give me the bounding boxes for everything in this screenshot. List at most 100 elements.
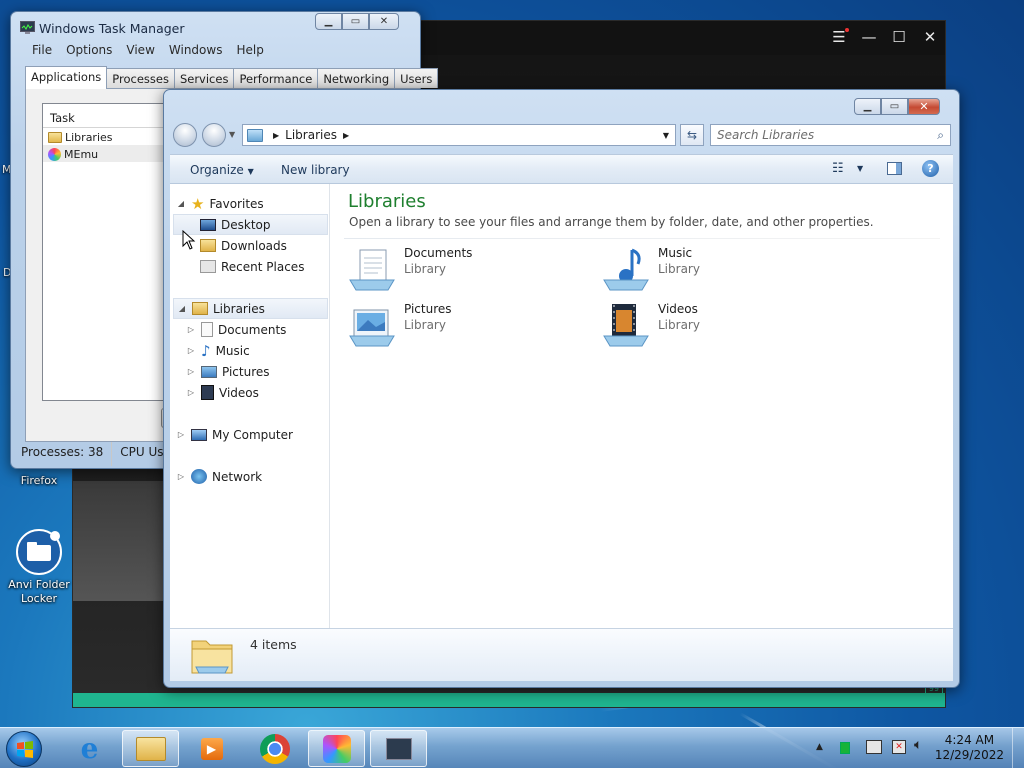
tab-networking[interactable]: Networking <box>317 68 396 88</box>
tab-users[interactable]: Users <box>394 68 439 88</box>
library-name: Documents <box>404 246 473 260</box>
tray-green-icon[interactable] <box>840 742 850 754</box>
collapse-arrow-icon[interactable]: ▷ <box>186 325 196 334</box>
nav-videos[interactable]: ▷ Videos <box>186 382 259 403</box>
collapse-arrow-icon[interactable]: ▷ <box>186 346 196 355</box>
collapse-arrow-icon[interactable]: ▷ <box>186 367 196 376</box>
nav-favorites[interactable]: ◢ ★ Favorites <box>176 193 264 214</box>
library-item-music[interactable]: Music Library <box>602 246 700 294</box>
library-item-pictures[interactable]: Pictures Library <box>348 302 452 350</box>
nav-label: Desktop <box>221 217 271 232</box>
nav-label: Libraries <box>213 301 265 316</box>
show-desktop-button[interactable] <box>1012 728 1024 768</box>
tab-performance[interactable]: Performance <box>233 68 319 88</box>
desktop-icon-label: Firefox <box>20 474 58 487</box>
preview-pane-icon[interactable] <box>887 162 902 175</box>
nav-label: My Computer <box>212 427 293 442</box>
nav-downloads[interactable]: Downloads <box>200 235 287 256</box>
library-item-videos[interactable]: Videos Library <box>602 302 700 350</box>
star-icon: ★ <box>191 194 205 213</box>
taskbar: e ▶ ▲ ✕ 🔈︎ 4:24 AM 12/29/2022 <box>0 727 1024 768</box>
taskbar-memu[interactable] <box>308 730 365 767</box>
expand-arrow-icon[interactable]: ◢ <box>177 304 187 313</box>
minimize-icon[interactable]: — <box>859 29 879 45</box>
nav-libraries[interactable]: ◢ Libraries <box>173 298 328 319</box>
network-tray-icon[interactable]: ✕ <box>892 740 906 754</box>
search-icon: ⌕ <box>937 127 944 142</box>
explorer-window[interactable]: ▁ ▭ ✕ ▼ ▶ Libraries ▶ ▼ ⇆ Search Librari… <box>163 89 960 688</box>
minimize-button[interactable]: ▁ <box>315 13 342 30</box>
maximize-button[interactable]: ▭ <box>342 13 369 30</box>
organize-button[interactable]: Organize ▼ <box>190 163 254 177</box>
nav-network[interactable]: ▷ Network <box>176 466 262 487</box>
network-icon <box>191 469 207 484</box>
navigation-pane[interactable]: ◢ ★ Favorites Desktop Downloads Recent P… <box>170 184 330 628</box>
tab-bar: Applications Processes Services Performa… <box>25 66 439 89</box>
search-input[interactable]: Search Libraries ⌕ <box>710 124 951 146</box>
help-icon[interactable]: ? <box>922 160 939 177</box>
expand-arrow-icon[interactable]: ◢ <box>176 199 186 208</box>
tab-applications[interactable]: Applications <box>25 66 108 89</box>
refresh-button[interactable]: ⇆ <box>680 124 704 146</box>
desktop-icon-anvi-folder-locker[interactable]: Anvi Folder Locker <box>4 528 74 606</box>
desktop-icon-firefox[interactable]: Firefox <box>4 474 74 487</box>
libraries-folder-icon <box>191 640 233 674</box>
nav-pictures[interactable]: ▷ Pictures <box>186 361 270 382</box>
libraries-icon <box>192 302 208 315</box>
close-icon[interactable]: ✕ <box>920 29 940 45</box>
action-center-icon[interactable] <box>866 740 882 754</box>
item-count: 4 items <box>250 637 297 652</box>
library-item-documents[interactable]: Documents Library <box>348 246 472 294</box>
tab-services[interactable]: Services <box>173 68 235 88</box>
collapse-arrow-icon[interactable]: ▷ <box>176 430 186 439</box>
status-processes: Processes: 38 <box>13 442 113 466</box>
tab-processes[interactable]: Processes <box>106 68 175 88</box>
nav-music[interactable]: ▷ ♪ Music <box>186 340 250 361</box>
breadcrumb-separator-icon[interactable]: ▶ <box>343 131 349 140</box>
menu-options[interactable]: Options <box>59 43 119 57</box>
collapse-arrow-icon[interactable]: ▷ <box>176 472 186 481</box>
close-button[interactable]: ✕ <box>369 13 399 30</box>
library-name: Music <box>658 246 693 260</box>
taskbar-task-manager[interactable] <box>370 730 427 767</box>
breadcrumb-libraries[interactable]: Libraries <box>285 128 337 142</box>
close-button[interactable]: ✕ <box>908 98 940 115</box>
view-options-dropdown-icon[interactable]: ▼ <box>857 164 863 173</box>
videos-library-icon <box>603 304 649 347</box>
breadcrumb-separator-icon[interactable]: ▶ <box>273 131 279 140</box>
taskbar-explorer[interactable] <box>122 730 179 767</box>
recent-pages-dropdown-icon[interactable]: ▼ <box>229 130 235 139</box>
nav-label: Favorites <box>209 196 264 211</box>
window-controls: ▁ ▭ ✕ <box>315 13 399 30</box>
back-button[interactable] <box>173 123 197 147</box>
volume-icon[interactable]: 🔈︎ <box>914 737 922 753</box>
new-library-button[interactable]: New library <box>281 163 350 177</box>
taskbar-chrome[interactable] <box>246 730 303 767</box>
show-hidden-icons-icon[interactable]: ▲ <box>816 742 823 752</box>
emulator-game-art <box>73 481 165 601</box>
nav-recent-places[interactable]: Recent Places <box>200 256 304 277</box>
address-dropdown-icon[interactable]: ▼ <box>663 131 675 140</box>
start-button[interactable] <box>6 731 42 767</box>
menu-windows[interactable]: Windows <box>162 43 230 57</box>
maximize-icon[interactable]: ☐ <box>889 29 909 45</box>
collapse-arrow-icon[interactable]: ▷ <box>186 388 196 397</box>
menu-help[interactable]: Help <box>229 43 270 57</box>
details-pane: 4 items <box>170 628 953 681</box>
taskbar-media-player[interactable]: ▶ <box>183 730 240 767</box>
nav-documents[interactable]: ▷ Documents <box>186 319 286 340</box>
divider <box>344 238 940 239</box>
nav-my-computer[interactable]: ▷ My Computer <box>176 424 293 445</box>
nav-desktop[interactable]: Desktop <box>173 214 328 235</box>
file-pane[interactable]: Libraries Open a library to see your fil… <box>330 184 953 628</box>
library-name: Videos <box>658 302 698 316</box>
address-bar[interactable]: ▶ Libraries ▶ ▼ <box>242 124 676 146</box>
maximize-button[interactable]: ▭ <box>881 98 908 115</box>
forward-button[interactable] <box>202 123 226 147</box>
taskbar-internet-explorer[interactable]: e <box>61 730 118 767</box>
system-clock[interactable]: 4:24 AM 12/29/2022 <box>935 733 1004 763</box>
change-view-icon[interactable]: ☷ <box>832 161 844 176</box>
menu-view[interactable]: View <box>119 43 161 57</box>
minimize-button[interactable]: ▁ <box>854 98 881 115</box>
menu-file[interactable]: File <box>25 43 59 57</box>
